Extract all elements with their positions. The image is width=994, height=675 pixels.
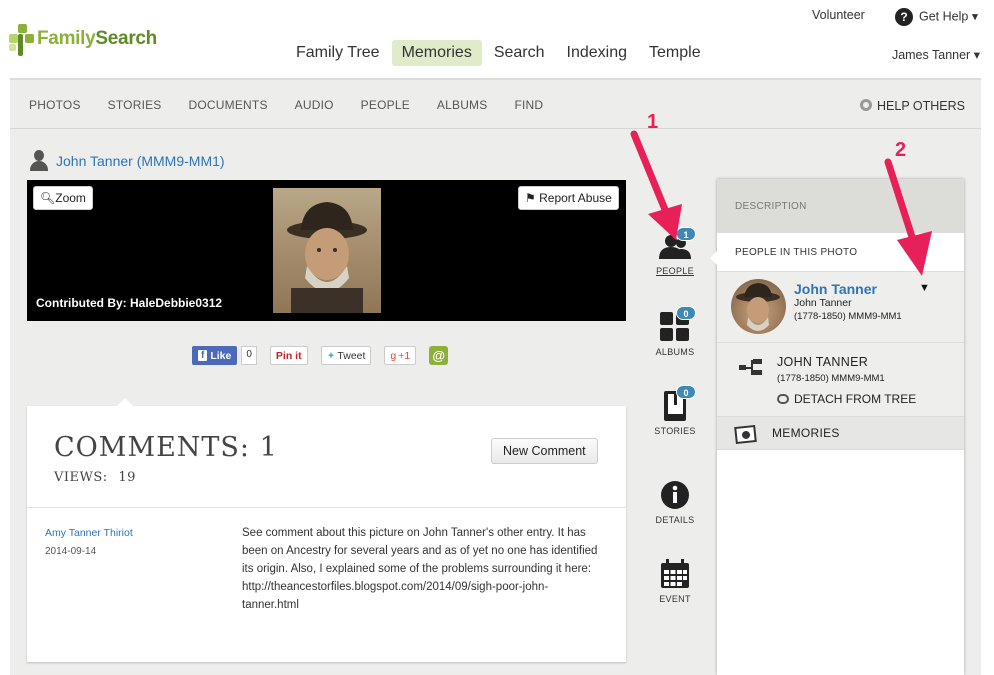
annotation-arrows	[630, 130, 932, 276]
annotation-arrow-2	[884, 158, 932, 276]
annotation-arrow-1	[630, 130, 682, 240]
